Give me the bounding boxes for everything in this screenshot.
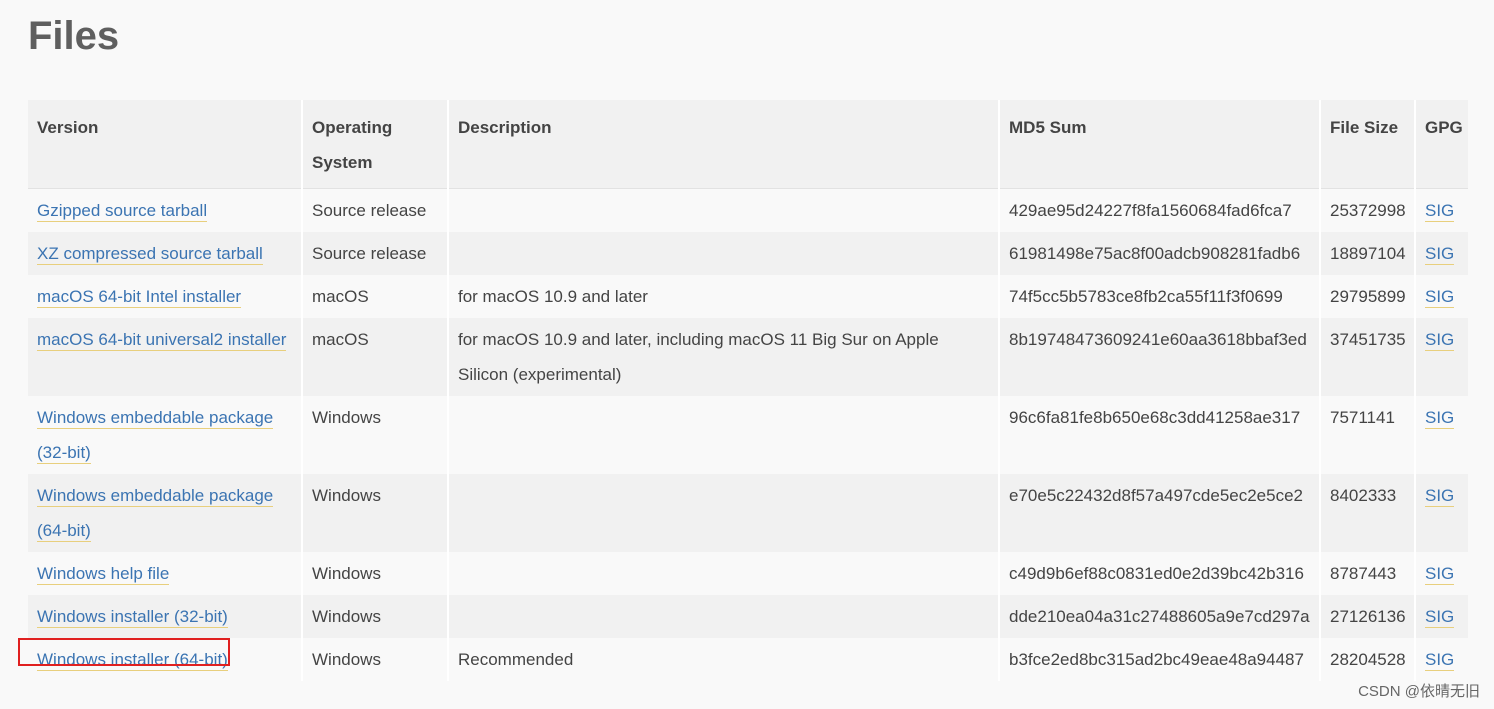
md5-cell: e70e5c22432d8f57a497cde5ec2e5ce2 xyxy=(999,474,1321,552)
version-cell: macOS 64-bit Intel installer xyxy=(28,275,303,318)
md5-cell: c49d9b6ef88c0831ed0e2d39bc42b316 xyxy=(999,552,1321,595)
size-cell: 25372998 xyxy=(1320,188,1416,232)
download-link[interactable]: Windows embeddable package (64-bit) xyxy=(37,486,274,542)
size-cell: 29795899 xyxy=(1320,275,1416,318)
description-cell: Recommended xyxy=(448,638,1000,681)
size-cell: 7571141 xyxy=(1320,396,1416,474)
size-cell: 8402333 xyxy=(1320,474,1416,552)
files-table: Version Operating System Description MD5… xyxy=(28,100,1468,681)
size-cell: 37451735 xyxy=(1320,318,1416,396)
download-link[interactable]: Windows embeddable package (32-bit) xyxy=(37,408,274,464)
os-cell: Windows xyxy=(302,638,449,681)
md5-cell: 8b19748473609241e60aa3618bbaf3ed xyxy=(999,318,1321,396)
table-row: Windows help file Windows c49d9b6ef88c08… xyxy=(28,552,1468,595)
table-row: macOS 64-bit Intel installer macOS for m… xyxy=(28,275,1468,318)
download-link[interactable]: macOS 64-bit Intel installer xyxy=(37,287,242,308)
page-title: Files xyxy=(28,14,120,58)
os-cell: Windows xyxy=(302,396,449,474)
header-file-size: File Size xyxy=(1320,100,1416,189)
download-link[interactable]: XZ compressed source tarball xyxy=(37,244,263,265)
gpg-cell: SIG xyxy=(1415,232,1468,275)
version-cell: XZ compressed source tarball xyxy=(28,232,303,275)
sig-link[interactable]: SIG xyxy=(1425,201,1455,222)
os-cell: macOS xyxy=(302,275,449,318)
gpg-cell: SIG xyxy=(1415,318,1468,396)
version-cell: Windows embeddable package (32-bit) xyxy=(28,396,303,474)
os-cell: Source release xyxy=(302,232,449,275)
sig-link[interactable]: SIG xyxy=(1425,330,1455,351)
description-cell xyxy=(448,232,1000,275)
sig-link[interactable]: SIG xyxy=(1425,244,1455,265)
header-description: Description xyxy=(448,100,1000,189)
size-cell: 18897104 xyxy=(1320,232,1416,275)
md5-cell: 74f5cc5b5783ce8fb2ca55f11f3f0699 xyxy=(999,275,1321,318)
gpg-cell: SIG xyxy=(1415,638,1468,681)
download-link[interactable]: Windows help file xyxy=(37,564,170,585)
gpg-cell: SIG xyxy=(1415,275,1468,318)
md5-cell: 429ae95d24227f8fa1560684fad6fca7 xyxy=(999,188,1321,232)
table-row: XZ compressed source tarball Source rele… xyxy=(28,232,1468,275)
os-cell: Windows xyxy=(302,552,449,595)
version-cell: Windows help file xyxy=(28,552,303,595)
table-row: Windows embeddable package (64-bit) Wind… xyxy=(28,474,1468,552)
description-cell xyxy=(448,552,1000,595)
description-cell xyxy=(448,188,1000,232)
download-link[interactable]: macOS 64-bit universal2 installer xyxy=(37,330,287,351)
sig-link[interactable]: SIG xyxy=(1425,408,1455,429)
sig-link[interactable]: SIG xyxy=(1425,564,1455,585)
gpg-cell: SIG xyxy=(1415,188,1468,232)
table-row: macOS 64-bit universal2 installer macOS … xyxy=(28,318,1468,396)
os-cell: Source release xyxy=(302,188,449,232)
description-cell: for macOS 10.9 and later, including macO… xyxy=(448,318,1000,396)
table-row: Windows installer (32-bit) Windows dde21… xyxy=(28,595,1468,638)
md5-cell: 61981498e75ac8f00adcb908281fadb6 xyxy=(999,232,1321,275)
sig-link[interactable]: SIG xyxy=(1425,650,1455,671)
table-header-row: Version Operating System Description MD5… xyxy=(28,100,1468,189)
watermark: CSDN @依晴无旧 xyxy=(1358,683,1480,700)
download-link[interactable]: Windows installer (64-bit) xyxy=(37,650,228,671)
description-cell xyxy=(448,474,1000,552)
header-gpg: GPG xyxy=(1415,100,1468,189)
sig-link[interactable]: SIG xyxy=(1425,486,1455,507)
header-operating-system: Operating System xyxy=(302,100,449,189)
version-cell: Windows installer (64-bit) xyxy=(28,638,303,681)
version-cell: Windows installer (32-bit) xyxy=(28,595,303,638)
md5-cell: 96c6fa81fe8b650e68c3dd41258ae317 xyxy=(999,396,1321,474)
md5-cell: dde210ea04a31c27488605a9e7cd297a xyxy=(999,595,1321,638)
description-cell: for macOS 10.9 and later xyxy=(448,275,1000,318)
gpg-cell: SIG xyxy=(1415,396,1468,474)
download-link[interactable]: Gzipped source tarball xyxy=(37,201,208,222)
version-cell: Windows embeddable package (64-bit) xyxy=(28,474,303,552)
header-md5-sum: MD5 Sum xyxy=(999,100,1321,189)
version-cell: macOS 64-bit universal2 installer xyxy=(28,318,303,396)
size-cell: 28204528 xyxy=(1320,638,1416,681)
table-row: Windows installer (64-bit) Windows Recom… xyxy=(28,638,1468,681)
header-version: Version xyxy=(28,100,303,189)
size-cell: 27126136 xyxy=(1320,595,1416,638)
table-row: Gzipped source tarball Source release 42… xyxy=(28,188,1468,232)
download-link[interactable]: Windows installer (32-bit) xyxy=(37,607,228,628)
os-cell: Windows xyxy=(302,595,449,638)
sig-link[interactable]: SIG xyxy=(1425,607,1455,628)
description-cell xyxy=(448,595,1000,638)
gpg-cell: SIG xyxy=(1415,552,1468,595)
os-cell: Windows xyxy=(302,474,449,552)
table-row: Windows embeddable package (32-bit) Wind… xyxy=(28,396,1468,474)
gpg-cell: SIG xyxy=(1415,474,1468,552)
version-cell: Gzipped source tarball xyxy=(28,188,303,232)
gpg-cell: SIG xyxy=(1415,595,1468,638)
size-cell: 8787443 xyxy=(1320,552,1416,595)
sig-link[interactable]: SIG xyxy=(1425,287,1455,308)
md5-cell: b3fce2ed8bc315ad2bc49eae48a94487 xyxy=(999,638,1321,681)
os-cell: macOS xyxy=(302,318,449,396)
description-cell xyxy=(448,396,1000,474)
